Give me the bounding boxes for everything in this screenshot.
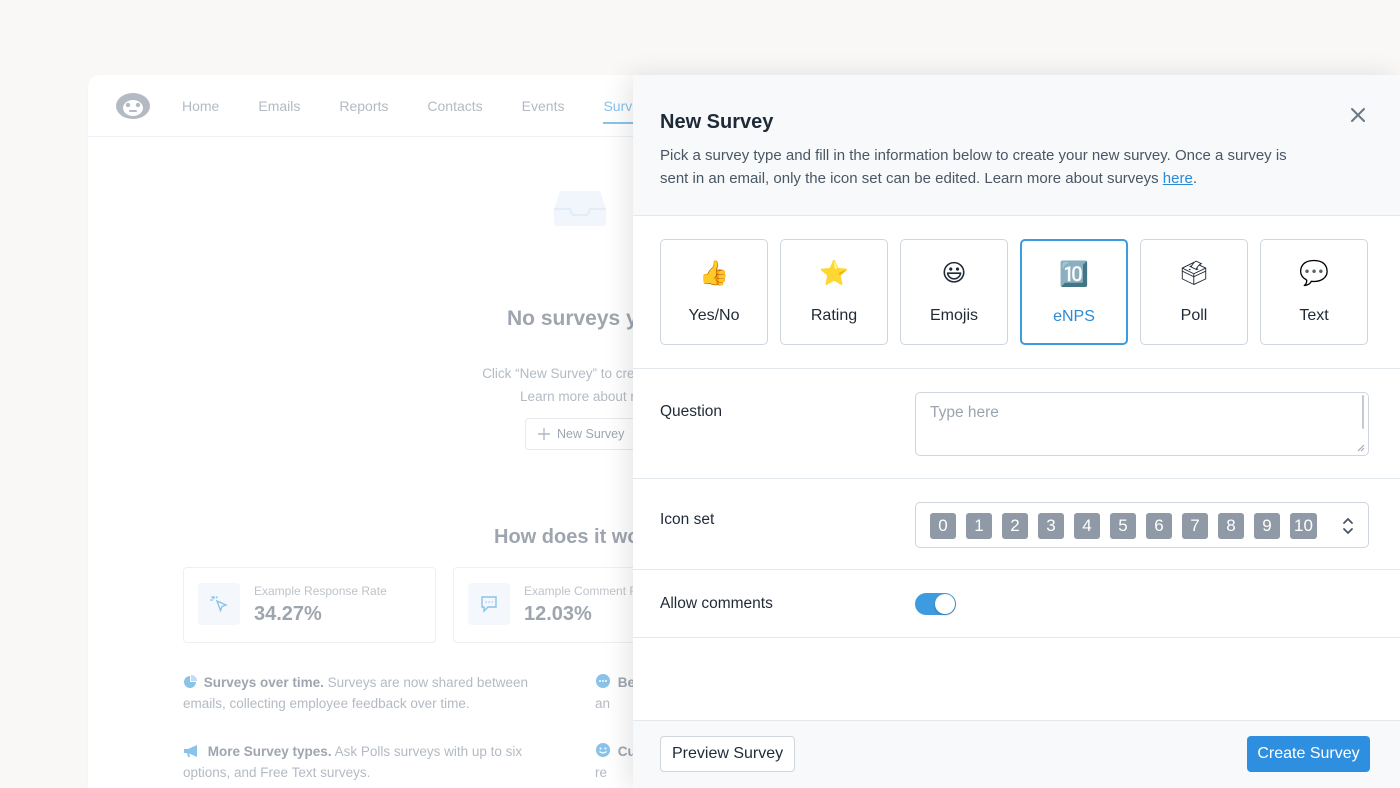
icon-chip: 8 bbox=[1218, 513, 1244, 539]
smiley-icon: 😃 bbox=[941, 259, 967, 287]
create-survey-button[interactable]: Create Survey bbox=[1247, 736, 1370, 772]
keycap-ten-icon: 🔟 bbox=[1059, 260, 1089, 288]
speech-bubble-icon: 💬 bbox=[1299, 259, 1329, 287]
icon-chip: 1 bbox=[966, 513, 992, 539]
icon-chip: 6 bbox=[1146, 513, 1172, 539]
question-input[interactable] bbox=[915, 392, 1369, 456]
preview-survey-button[interactable]: Preview Survey bbox=[660, 736, 796, 772]
panel-footer: Preview Survey Create Survey bbox=[633, 720, 1400, 788]
icon-set-label: Icon set bbox=[660, 511, 715, 528]
icon-chip: 2 bbox=[1002, 513, 1028, 539]
icon-chip: 7 bbox=[1182, 513, 1208, 539]
icon-chip: 5 bbox=[1110, 513, 1136, 539]
chevron-up-down-icon bbox=[1343, 518, 1353, 534]
new-survey-panel: New Survey Pick a survey type and fill i… bbox=[633, 75, 1400, 788]
divider bbox=[633, 478, 1400, 479]
icon-chip: 3 bbox=[1038, 513, 1064, 539]
question-scrollbar[interactable] bbox=[1362, 395, 1364, 429]
panel-description: Pick a survey type and fill in the infor… bbox=[660, 147, 1287, 187]
icon-chip: 9 bbox=[1254, 513, 1280, 539]
icon-chip: 0 bbox=[930, 513, 956, 539]
divider bbox=[633, 368, 1400, 369]
divider bbox=[633, 637, 1400, 638]
close-button[interactable] bbox=[1347, 104, 1369, 126]
toggle-knob bbox=[935, 594, 955, 614]
survey-type-text[interactable]: 💬 Text bbox=[1260, 239, 1368, 345]
survey-type-enps[interactable]: 🔟 eNPS bbox=[1020, 239, 1128, 345]
star-icon: ⭐ bbox=[819, 259, 849, 287]
survey-type-emojis[interactable]: 😃 Emojis bbox=[900, 239, 1008, 345]
close-icon bbox=[1351, 108, 1365, 122]
allow-comments-label: Allow comments bbox=[660, 595, 773, 612]
resize-grip-icon[interactable] bbox=[1355, 442, 1365, 452]
icon-chip: 4 bbox=[1074, 513, 1100, 539]
learn-more-link[interactable]: here bbox=[1163, 170, 1193, 187]
icon-chip: 10 bbox=[1290, 513, 1317, 539]
icon-set-preview: 0 1 2 3 4 5 6 7 8 9 10 bbox=[930, 513, 1317, 539]
thumbs-up-icon: 👍 bbox=[699, 259, 729, 287]
panel-title: New Survey bbox=[660, 111, 774, 133]
survey-type-selector: 👍 Yes/No ⭐ Rating 😃 Emojis 🔟 eNPS 🗳 Poll… bbox=[660, 239, 1368, 345]
icon-set-select[interactable]: 0 1 2 3 4 5 6 7 8 9 10 bbox=[915, 502, 1369, 548]
survey-type-yes-no[interactable]: 👍 Yes/No bbox=[660, 239, 768, 345]
survey-type-poll[interactable]: 🗳 Poll bbox=[1140, 239, 1248, 345]
ballot-box-icon: 🗳 bbox=[1178, 259, 1210, 287]
question-label: Question bbox=[660, 403, 723, 420]
allow-comments-toggle[interactable] bbox=[915, 593, 956, 615]
divider bbox=[633, 569, 1400, 570]
survey-type-rating[interactable]: ⭐ Rating bbox=[780, 239, 888, 345]
panel-header: New Survey Pick a survey type and fill i… bbox=[633, 75, 1400, 216]
